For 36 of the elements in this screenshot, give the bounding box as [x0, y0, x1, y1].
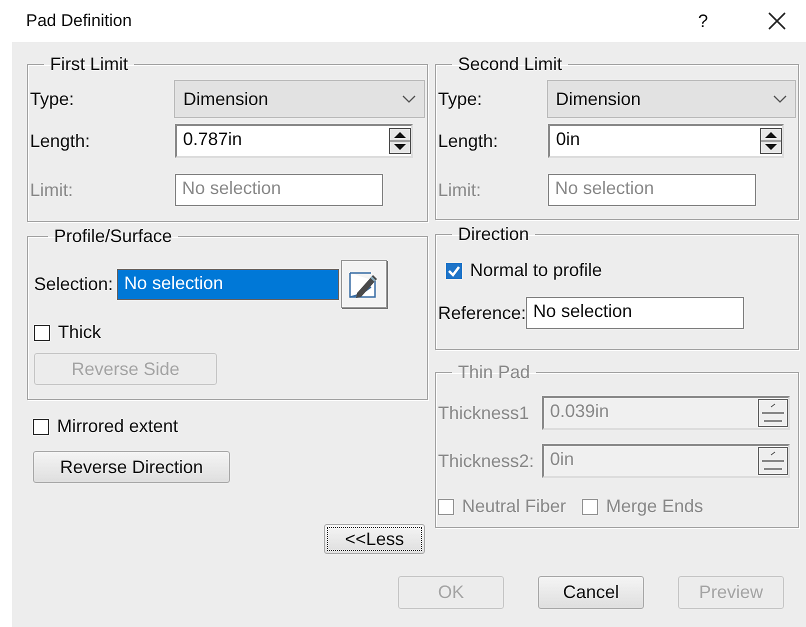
field-label: Type: [30, 88, 76, 110]
length-field[interactable]: 0in [548, 124, 784, 158]
field-label: Type: [438, 88, 484, 110]
selection-field[interactable]: No selection [117, 268, 340, 300]
sketch-button[interactable] [341, 260, 388, 308]
group-title: First Limit [49, 54, 129, 74]
help-button[interactable]: ? [694, 10, 712, 32]
field-label: Reference: [438, 302, 526, 324]
field-label: Length: [438, 130, 500, 152]
spin-arrows-icon[interactable] [389, 128, 411, 154]
reference-field[interactable]: No selection [526, 297, 744, 329]
field-label: Thickness2: [438, 450, 536, 472]
mirrored-extent-checkbox[interactable]: Mirrored extent [33, 416, 428, 437]
field-label: Selection: [34, 274, 114, 294]
field-label: Limit: [30, 180, 74, 200]
window-title: Pad Definition [26, 11, 133, 31]
group-title: Direction [457, 224, 530, 244]
type-dropdown[interactable]: Dimension [174, 80, 425, 118]
normal-to-profile-checkbox[interactable]: Normal to profile [446, 260, 796, 281]
spin-arrows-icon[interactable] [760, 128, 782, 154]
type-dropdown[interactable]: Dimension [546, 80, 796, 118]
field-label: Thickness1 [438, 402, 530, 424]
less-button[interactable]: <<Less [324, 524, 425, 554]
close-icon[interactable] [768, 12, 786, 30]
group-title: Second Limit [457, 54, 564, 74]
field-label: Limit: [438, 180, 482, 200]
group-title: Thin Pad [457, 362, 532, 382]
reverse-direction-button[interactable]: Reverse Direction [33, 451, 230, 483]
group-title: Profile/Surface [53, 226, 174, 246]
chevron-down-icon [402, 95, 416, 103]
check-icon [447, 264, 461, 278]
length-field[interactable]: 0.787in [175, 124, 413, 158]
dialog-button[interactable]: Cancel [538, 576, 644, 609]
thick-checkbox[interactable]: Thick [34, 322, 425, 343]
chevron-down-icon [773, 95, 787, 103]
field-label: Length: [30, 130, 92, 152]
